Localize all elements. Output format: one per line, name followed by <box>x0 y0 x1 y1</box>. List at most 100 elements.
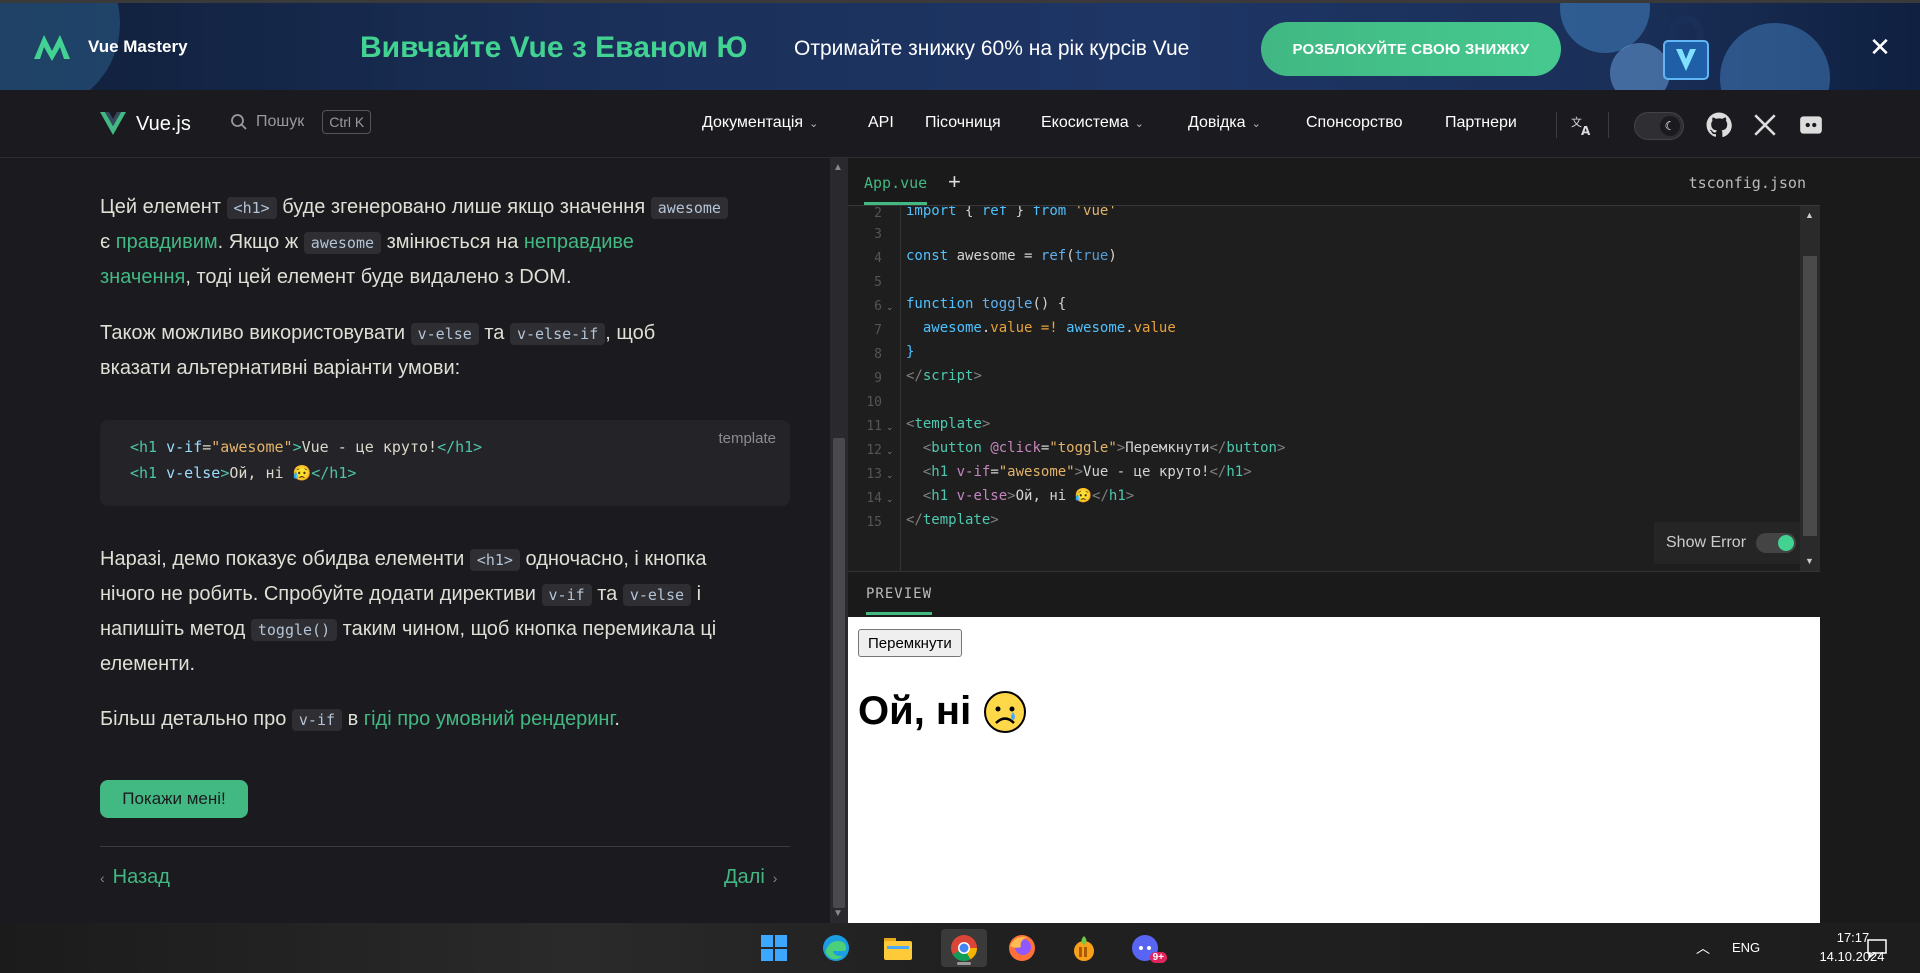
nav-divider <box>1556 112 1557 138</box>
nav-playground[interactable]: Пісочниця <box>925 114 1001 132</box>
scroll-up-icon[interactable]: ▲ <box>833 162 843 173</box>
editor-scrollbar[interactable]: ▲ ▼ <box>1800 206 1820 571</box>
toggle-button[interactable]: Перемкнути <box>858 629 962 657</box>
fold-chevron-icon[interactable]: ⌄ <box>886 302 894 313</box>
falsy-link[interactable]: неправдиве <box>524 231 634 253</box>
code-line: </template> <box>906 512 999 528</box>
unlock-discount-button[interactable]: РОЗБЛОКУЙТЕ СВОЮ ЗНИЖКУ <box>1261 22 1561 76</box>
line-number: 12 <box>866 443 882 458</box>
paragraph-2: Також можливо використовувати v-else та … <box>100 316 800 385</box>
input-language[interactable]: ENG <box>1732 940 1760 955</box>
scroll-down-icon[interactable]: ▼ <box>1805 556 1814 566</box>
scrollbar-thumb[interactable] <box>833 438 845 908</box>
vue-mastery-logo[interactable]: Vue Mastery <box>34 33 188 61</box>
next-page-link[interactable]: Далі › <box>724 866 777 889</box>
code-editor[interactable]: 2 3 4 5 6 ⌄ 7 8 9 10 11 ⌄ 12 ⌄ 13 ⌄ 14 ⌄… <box>848 206 1820 571</box>
tab-app-vue[interactable]: App.vue <box>864 174 928 205</box>
translate-icon[interactable]: 文 A <box>1569 112 1595 138</box>
toggle-switch[interactable] <box>1756 533 1797 553</box>
windows-start-icon[interactable] <box>755 929 793 967</box>
file-explorer-icon[interactable] <box>879 929 917 967</box>
prev-page-link[interactable]: ‹ Назад <box>100 866 170 889</box>
chrome-icon[interactable] <box>941 929 987 967</box>
code-line: import { ref } from 'vue' <box>906 206 1117 219</box>
code-line: <h1 v-else>Ой, ні 😥</h1> <box>906 488 1135 504</box>
text: є <box>100 231 116 253</box>
falsy-link[interactable]: значення <box>100 266 185 288</box>
fold-chevron-icon[interactable]: ⌄ <box>886 494 894 505</box>
line-number: 5 <box>874 275 882 290</box>
vue-mastery-mark-icon <box>34 35 70 61</box>
edge-icon[interactable] <box>817 929 855 967</box>
discord-app-icon[interactable]: 9+ <box>1127 929 1167 967</box>
top-nav: Vue.js Пошук Ctrl K Документація ⌄ API Пі… <box>0 90 1920 158</box>
line-number: 10 <box>866 395 882 410</box>
code-line: <button @click="toggle">Перемкнути</butt… <box>906 440 1286 456</box>
sad-face-emoji-icon <box>984 690 1027 733</box>
text: Також можливо використовувати <box>100 322 411 344</box>
theme-toggle[interactable]: ☾ <box>1634 112 1684 140</box>
nav-docs[interactable]: Документація ⌄ <box>702 114 818 132</box>
banner-decor-circle <box>1720 23 1830 90</box>
fold-chevron-icon[interactable]: ⌄ <box>886 446 894 457</box>
scroll-up-icon[interactable]: ▲ <box>1805 210 1814 220</box>
code-line: <template> <box>906 416 991 432</box>
nav-about[interactable]: Довідка ⌄ <box>1188 114 1261 132</box>
prev-label: Назад <box>112 866 170 888</box>
tray-expand-chevron-icon[interactable]: ︿ <box>1696 938 1710 958</box>
show-me-button[interactable]: Покажи мені! <box>100 780 248 818</box>
line-number: 14 <box>866 491 882 506</box>
banner-offer: Отримайте знижку 60% на рік курсів Vue <box>794 37 1190 60</box>
nav-sponsor[interactable]: Спонсорство <box>1306 114 1402 132</box>
fl-studio-icon[interactable] <box>1065 929 1103 967</box>
chevron-right-icon: › <box>772 869 778 886</box>
scrollbar-thumb[interactable] <box>1803 256 1817 536</box>
truthy-link[interactable]: правдивим <box>116 231 218 253</box>
text: Більш детально про <box>100 708 292 730</box>
repl-panel: App.vue + tsconfig.json 2 3 4 5 6 ⌄ 7 8 … <box>848 158 1820 923</box>
search-icon <box>231 114 247 130</box>
tab-preview[interactable]: PREVIEW <box>866 586 933 615</box>
search-label: Пошук <box>256 113 305 130</box>
next-label: Далі <box>724 866 765 888</box>
show-error-toggle[interactable]: Show Error <box>1654 522 1800 564</box>
vue-logo-link[interactable]: Vue.js <box>100 112 191 136</box>
nav-about-label: Довідка <box>1188 114 1246 131</box>
left-scrollbar[interactable]: ▲ ▼ <box>830 158 848 923</box>
file-tabs: App.vue + tsconfig.json <box>848 158 1820 206</box>
tab-tsconfig[interactable]: tsconfig.json <box>1689 174 1806 192</box>
close-banner-icon[interactable]: ✕ <box>1866 33 1894 61</box>
scroll-down-icon[interactable]: ▼ <box>833 908 843 919</box>
line-number: 3 <box>874 227 882 242</box>
inline-code: <h1> <box>226 197 277 219</box>
inline-code: v-if <box>541 584 592 606</box>
nav-ecosystem[interactable]: Екосистема ⌄ <box>1041 114 1144 132</box>
fold-chevron-icon[interactable]: ⌄ <box>886 470 894 481</box>
nav-api[interactable]: API <box>868 114 894 132</box>
inline-code: v-else <box>410 323 479 345</box>
discord-icon[interactable] <box>1798 112 1824 138</box>
add-file-button[interactable]: + <box>948 169 961 195</box>
fold-chevron-icon[interactable]: ⌄ <box>886 422 894 433</box>
divider <box>100 846 790 847</box>
firefox-icon[interactable] <box>1003 929 1041 967</box>
notification-center-icon[interactable] <box>1866 937 1888 959</box>
inline-code: toggle() <box>250 619 338 641</box>
github-icon[interactable] <box>1706 112 1732 138</box>
text: Наразі, демо показує обидва елементи <box>100 548 470 570</box>
site-title: Vue.js <box>136 112 191 135</box>
search-button[interactable]: Пошук Ctrl K <box>230 110 372 134</box>
inline-code: v-else <box>622 584 692 606</box>
text: Цей елемент <box>100 196 227 218</box>
text: в <box>342 708 364 730</box>
nav-divider <box>1608 112 1609 138</box>
line-number: 11 <box>866 419 882 434</box>
paragraph-4: Більш детально про v-if в гіді про умовн… <box>100 702 800 737</box>
nav-partners[interactable]: Партнери <box>1445 114 1517 132</box>
inline-code: v-if <box>291 709 343 731</box>
conditional-rendering-guide-link[interactable]: гіді про умовний рендеринг <box>364 708 615 730</box>
line-number: 7 <box>874 323 882 338</box>
text: змінюється на <box>381 231 524 253</box>
banner-headline: Вивчайте Vue з Еваном Ю <box>360 31 748 64</box>
x-twitter-icon[interactable] <box>1752 112 1778 138</box>
